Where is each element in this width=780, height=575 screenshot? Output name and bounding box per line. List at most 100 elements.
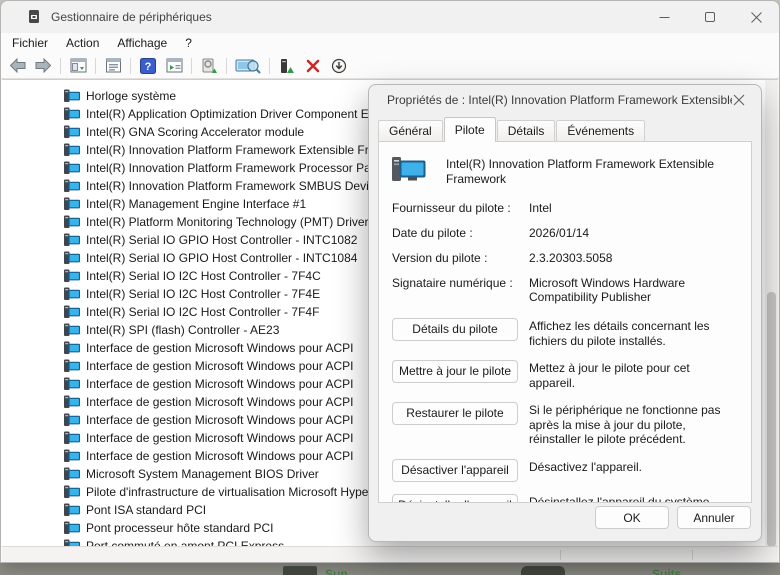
field-value: 2026/01/14 [529, 226, 739, 240]
close-button[interactable] [733, 1, 779, 33]
uninstall-device-icon[interactable] [302, 56, 324, 76]
tree-item-label: Pilote d'infrastructure de virtualisatio… [86, 485, 384, 499]
tree-scrollbar-thumb[interactable] [767, 292, 776, 547]
desktop-icon-label: Suits [652, 567, 681, 575]
tree-item-label: Interface de gestion Microsoft Windows p… [86, 359, 353, 373]
tree-item-label: Intel(R) GNA Scoring Accelerator module [86, 125, 304, 139]
system-device-icon [64, 305, 80, 319]
system-device-icon [64, 359, 80, 373]
ok-button[interactable]: OK [595, 506, 669, 529]
tree-item-label: Interface de gestion Microsoft Windows p… [86, 431, 353, 445]
tree-item-label: Pont ISA standard PCI [86, 503, 206, 517]
dialog-tab[interactable]: Détails [497, 120, 556, 141]
tree-item-label: Horloge système [86, 89, 176, 103]
update-driver-icon[interactable] [276, 56, 298, 76]
field-value: 2.3.20303.5058 [529, 251, 739, 265]
dialog-tabs: Général Pilote Détails Événements [369, 115, 761, 141]
field-label: Version du pilote : [392, 251, 529, 265]
action-pane-icon[interactable] [163, 56, 185, 76]
field-label: Signataire numérique : [392, 276, 529, 304]
properties-dialog: Propriétés de : Intel(R) Innovation Plat… [368, 84, 762, 542]
menu-item[interactable]: ? [176, 34, 201, 52]
system-device-icon [64, 377, 80, 391]
driver-action-button[interactable]: Désactiver l'appareil [392, 459, 518, 482]
device-manager-app-icon [26, 9, 42, 25]
tree-item-label: Intel(R) Application Optimization Driver… [86, 107, 413, 121]
statusbar-divider [692, 550, 693, 560]
system-device-icon [64, 485, 80, 499]
desktop-icon[interactable] [521, 566, 565, 575]
minimize-button[interactable] [641, 1, 687, 33]
field-row: Signataire numérique : Microsoft Windows… [392, 276, 739, 304]
dialog-tab[interactable]: Événements [556, 120, 645, 141]
toolbar-separator [226, 58, 227, 74]
tree-item-label: Intel(R) Platform Monitoring Technology … [86, 215, 369, 229]
svg-text:?: ? [145, 61, 152, 73]
driver-action-description: Mettez à jour le pilote pour cet apparei… [529, 360, 739, 390]
tree-item-label: Interface de gestion Microsoft Windows p… [86, 395, 353, 409]
toolbar-separator [130, 58, 131, 74]
field-value: Intel [529, 201, 739, 215]
action-row: Désinstaller l'appareil Désinstallez l'a… [392, 494, 739, 504]
dialog-titlebar[interactable]: Propriétés de : Intel(R) Innovation Plat… [369, 85, 761, 115]
tree-item-label: Intel(R) Serial IO I2C Host Controller -… [86, 305, 319, 319]
driver-action-description: Désactivez l'appareil. [529, 459, 739, 482]
tree-scrollbar[interactable] [765, 80, 778, 548]
properties-icon[interactable] [102, 56, 124, 76]
tree-item-label: Interface de gestion Microsoft Windows p… [86, 413, 353, 427]
tree-item-label: Intel(R) Serial IO GPIO Host Controller … [86, 251, 357, 265]
scan-hardware-changes-icon[interactable] [198, 56, 220, 76]
forward-icon[interactable] [32, 56, 54, 76]
cancel-button[interactable]: Annuler [677, 506, 751, 529]
maximize-button[interactable] [687, 1, 733, 33]
menu-item[interactable]: Action [57, 34, 108, 52]
system-device-icon [64, 197, 80, 211]
field-label: Fournisseur du pilote : [392, 201, 529, 215]
dialog-close-icon[interactable] [732, 92, 747, 108]
system-device-icon [64, 89, 80, 103]
field-row: Date du pilote : 2026/01/14 [392, 226, 739, 240]
desktop-icon[interactable] [283, 566, 317, 575]
toolbar: ? [1, 53, 779, 79]
toolbar-separator [191, 58, 192, 74]
system-device-icon [64, 143, 80, 157]
system-device-icon [64, 179, 80, 193]
titlebar[interactable]: Gestionnaire de périphériques [1, 1, 779, 33]
dialog-tab[interactable]: Pilote [444, 117, 496, 142]
driver-action-button[interactable]: Désinstaller l'appareil [392, 494, 518, 504]
window-title: Gestionnaire de périphériques [51, 10, 212, 24]
desktop-strip: Sun Suits [0, 563, 780, 575]
disable-device-icon[interactable] [328, 56, 350, 76]
driver-action-button[interactable]: Détails du pilote [392, 318, 518, 341]
menu-item[interactable]: Affichage [108, 34, 176, 52]
tree-item-label: Intel(R) Innovation Platform Framework S… [86, 179, 381, 193]
tree-item-label: Intel(R) Serial IO I2C Host Controller -… [86, 269, 321, 283]
statusbar [2, 546, 778, 562]
computer-icon [392, 155, 428, 183]
driver-fields: Fournisseur du pilote : Intel Date du pi… [392, 201, 739, 304]
system-device-icon [64, 251, 80, 265]
help-icon[interactable]: ? [137, 56, 159, 76]
tree-item-label: Intel(R) Management Engine Interface #1 [86, 197, 306, 211]
tree-item-label: Intel(R) Innovation Platform Framework P… [86, 161, 413, 175]
system-device-icon [64, 503, 80, 517]
system-device-icon [64, 161, 80, 175]
menu-item[interactable]: Fichier [3, 34, 57, 52]
scan-computer-icon[interactable] [233, 56, 263, 76]
tree-item-label: Interface de gestion Microsoft Windows p… [86, 449, 353, 463]
driver-action-button[interactable]: Restaurer le pilote [392, 402, 518, 425]
action-row: Restaurer le pilote Si le périphérique n… [392, 402, 739, 447]
action-row: Détails du pilote Affichez les détails c… [392, 318, 739, 348]
dialog-tab[interactable]: Général [378, 120, 443, 141]
driver-action-button[interactable]: Mettre à jour le pilote [392, 360, 518, 383]
driver-action-description: Désinstallez l'appareil du système (avan… [529, 494, 739, 504]
system-device-icon [64, 233, 80, 247]
field-value: Microsoft Windows Hardware Compatibility… [529, 276, 739, 304]
tree-item-label: Interface de gestion Microsoft Windows p… [86, 341, 353, 355]
toolbar-separator [60, 58, 61, 74]
system-device-icon [64, 269, 80, 283]
device-name: Intel(R) Innovation Platform Framework E… [446, 155, 739, 187]
back-icon[interactable] [6, 56, 28, 76]
console-tree-icon[interactable] [67, 56, 89, 76]
system-device-icon [64, 215, 80, 229]
